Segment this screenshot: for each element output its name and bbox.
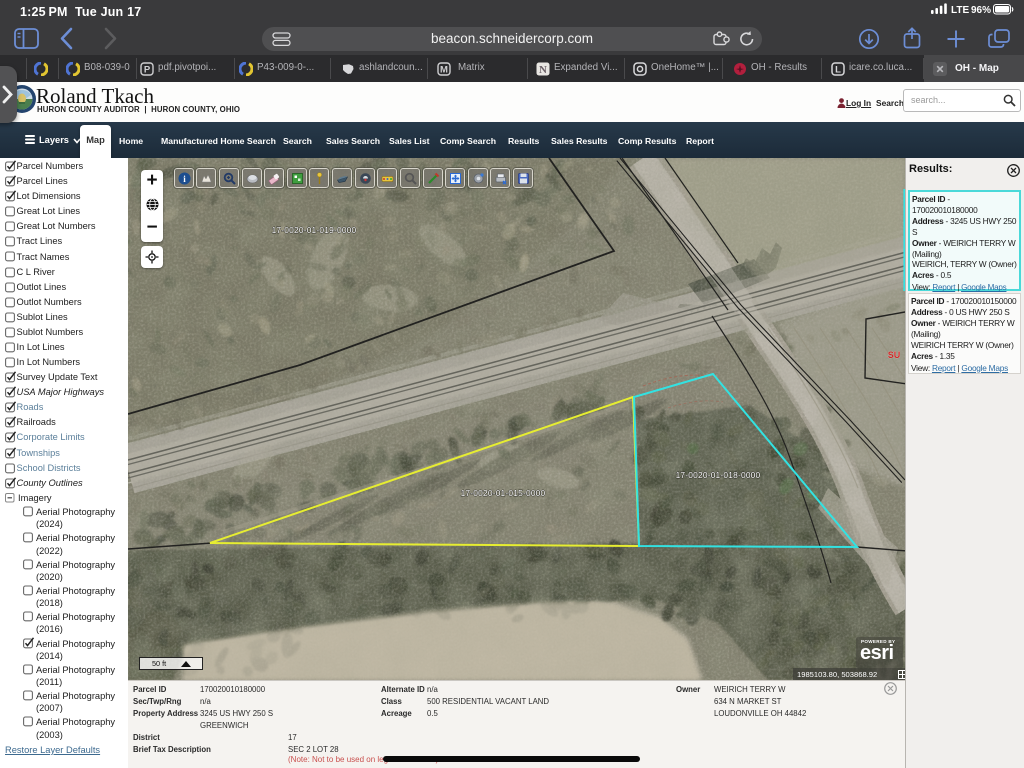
- svg-text:L: L: [835, 65, 841, 76]
- svg-text:N: N: [539, 64, 547, 76]
- svg-text:P: P: [144, 65, 151, 76]
- svg-text:M: M: [440, 65, 448, 76]
